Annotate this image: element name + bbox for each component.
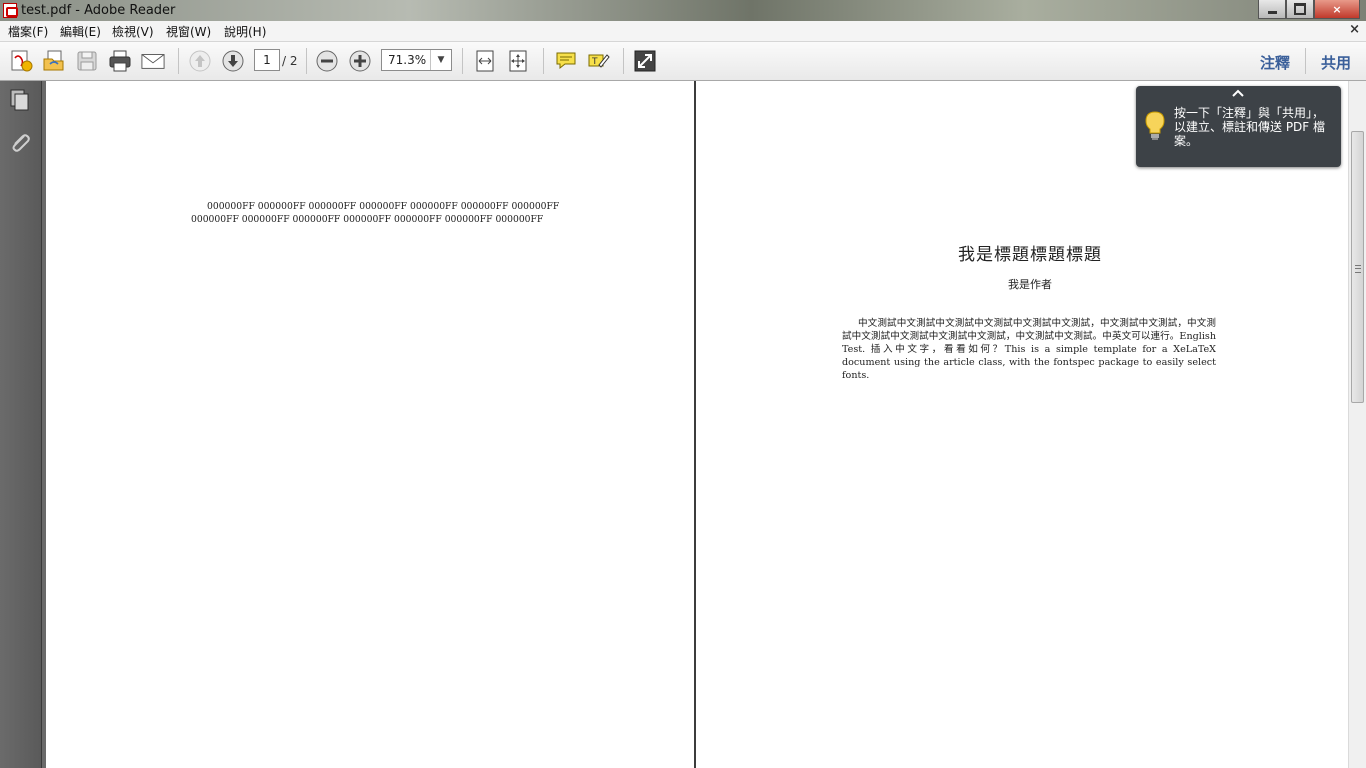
title-bar: test.pdf - Adobe Reader ×: [0, 0, 1366, 21]
page2-body-text: 中文測試中文測試中文測試中文測試中文測試中文測試，中文測試中文測試，中文測試中文…: [842, 318, 1216, 381]
menu-file[interactable]: 檔案(F): [8, 23, 48, 40]
menu-help[interactable]: 說明(H): [224, 23, 266, 40]
page-total: / 2: [282, 54, 298, 68]
svg-text:T: T: [591, 57, 598, 67]
tooltip-text: 按一下「注釋」與「共用」，以建立、標註和傳送 PDF 檔案。: [1174, 106, 1326, 148]
toolbar-separator: [1305, 48, 1306, 74]
window-controls: ×: [1258, 0, 1360, 19]
menu-bar: 檔案(F) 編輯(E) 檢視(V) 視窗(W) 說明(H) ×: [0, 21, 1366, 42]
window-title: test.pdf - Adobe Reader: [21, 3, 176, 18]
minimize-button[interactable]: [1258, 0, 1286, 19]
pdf-page-1[interactable]: 000000FF 000000FF 000000FF 000000FF 0000…: [46, 81, 694, 768]
zoom-value: 71.3%: [388, 53, 427, 67]
toolbar-separator: [178, 48, 179, 74]
fit-page-icon[interactable]: [506, 49, 530, 73]
lightbulb-icon: [1144, 110, 1166, 145]
navigation-pane: [0, 81, 42, 768]
collapse-tooltip-icon[interactable]: [1229, 86, 1247, 100]
print-icon[interactable]: [108, 49, 132, 73]
full-screen-icon[interactable]: [633, 49, 657, 73]
menu-view[interactable]: 檢視(V): [112, 23, 154, 40]
pdf-page-2[interactable]: 我是標題標題標題 我是作者 中文測試中文測試中文測試中文測試中文測試中文測試，中…: [696, 81, 1348, 768]
menu-edit[interactable]: 編輯(E): [60, 23, 101, 40]
highlight-icon[interactable]: T: [587, 49, 611, 73]
page1-text: 000000FF 000000FF 000000FF 000000FF 0000…: [191, 201, 560, 225]
open-folder-icon[interactable]: [42, 49, 66, 73]
comment-panel-link[interactable]: 注釋: [1260, 52, 1290, 73]
toolbar-separator: [623, 48, 624, 74]
adobe-reader-app-icon: [3, 3, 18, 18]
chevron-down-icon[interactable]: ▼: [430, 50, 451, 70]
toolbar-separator: [462, 48, 463, 74]
page2-author: 我是作者: [1008, 278, 1052, 291]
scrollbar-thumb[interactable]: [1351, 131, 1364, 403]
menu-window[interactable]: 視窗(W): [166, 23, 211, 40]
email-icon[interactable]: [141, 49, 165, 73]
pages-icon[interactable]: [9, 88, 31, 112]
next-page-icon[interactable]: [221, 49, 245, 73]
comment-share-tooltip: 按一下「注釋」與「共用」，以建立、標註和傳送 PDF 檔案。: [1136, 86, 1341, 167]
toolbar: 1 / 2 71.3% ▼ T 注釋 共用: [0, 42, 1366, 81]
page-number-input[interactable]: 1: [254, 49, 280, 71]
attachments-icon[interactable]: [9, 131, 31, 155]
vertical-scrollbar[interactable]: [1348, 81, 1366, 768]
toolbar-separator: [306, 48, 307, 74]
save-icon[interactable]: [75, 49, 99, 73]
fit-width-icon[interactable]: [473, 49, 497, 73]
comment-icon[interactable]: [554, 49, 578, 73]
zoom-out-icon[interactable]: [315, 49, 339, 73]
zoom-in-icon[interactable]: [348, 49, 372, 73]
maximize-button[interactable]: [1286, 0, 1314, 19]
share-panel-link[interactable]: 共用: [1321, 52, 1351, 73]
create-pdf-icon[interactable]: [9, 49, 33, 73]
close-window-button[interactable]: ×: [1314, 0, 1360, 19]
grip-icon: [1355, 265, 1361, 273]
close-document-button[interactable]: ×: [1349, 22, 1360, 37]
toolbar-separator: [543, 48, 544, 74]
page2-title: 我是標題標題標題: [958, 245, 1102, 265]
previous-page-icon[interactable]: [188, 49, 212, 73]
zoom-level-select[interactable]: 71.3% ▼: [381, 49, 452, 71]
